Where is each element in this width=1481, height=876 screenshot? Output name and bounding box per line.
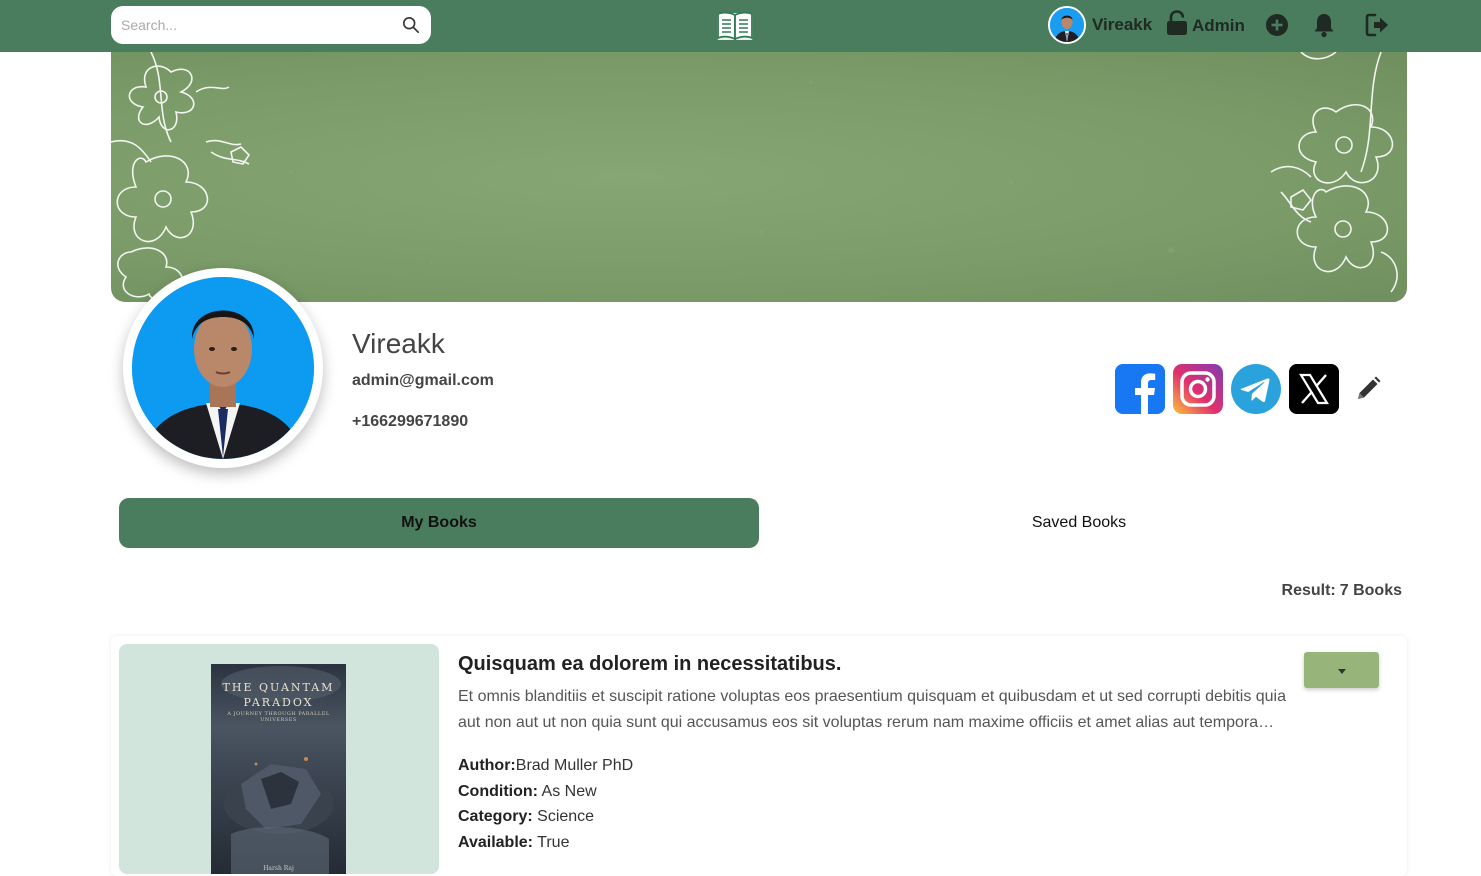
tab-saved-books[interactable]: Saved Books (759, 498, 1399, 548)
lock-open-icon (1166, 10, 1188, 41)
facebook-icon[interactable] (1115, 364, 1165, 414)
avatar[interactable] (1048, 6, 1086, 44)
result-label: Result: (1281, 582, 1336, 599)
tab-my-books[interactable]: My Books (119, 498, 759, 548)
condition-label: Condition: (458, 782, 538, 800)
available-value: True (537, 833, 570, 851)
logout-icon[interactable] (1365, 12, 1391, 38)
category-value: Science (537, 808, 595, 825)
book-available-row: Available: True (458, 830, 633, 856)
top-navbar: Vireakk Admin (0, 0, 1481, 52)
cover-subtitle: A JOURNEY THROUGH PARALLEL UNIVERSES (227, 711, 330, 723)
book-card[interactable]: THE QUANTAM PARADOX A JOURNEY THROUGH PA… (111, 636, 1407, 876)
profile-email: admin@gmail.com (352, 372, 494, 389)
admin-label: Admin (1192, 15, 1245, 35)
add-circle-icon[interactable] (1264, 12, 1290, 38)
profile-name: Vireakk (352, 328, 445, 359)
floral-banner-art (111, 52, 1398, 301)
admin-link[interactable]: Admin (1166, 10, 1245, 41)
profile-photo (132, 277, 314, 459)
telegram-icon[interactable] (1231, 364, 1281, 414)
cover-title: THE QUANTAM PARADOX (222, 681, 335, 709)
social-links (1115, 364, 1383, 414)
search-input[interactable] (121, 17, 401, 33)
edit-pencil-icon[interactable] (1353, 374, 1383, 404)
nav-user-menu[interactable]: Vireakk (1048, 6, 1152, 44)
author-value: Brad Muller PhD (515, 757, 634, 774)
book-description: Et omnis blanditiis et suscipit ratione … (458, 688, 1287, 731)
book-logo-icon[interactable] (715, 9, 755, 43)
nav-username[interactable]: Vireakk (1092, 15, 1152, 35)
condition-value: As New (541, 782, 597, 800)
bell-icon[interactable] (1311, 12, 1337, 38)
profile-banner (111, 52, 1407, 302)
profile-avatar (123, 268, 323, 468)
x-icon[interactable] (1289, 364, 1339, 414)
author-label: Author: (458, 757, 516, 774)
search-bar[interactable] (111, 6, 431, 44)
available-label: Available: (458, 833, 533, 851)
book-actions-dropdown[interactable] (1304, 652, 1379, 688)
search-icon[interactable] (401, 15, 421, 35)
caret-down-icon (1337, 661, 1346, 679)
book-condition-row: Condition: As New (458, 779, 633, 805)
book-cover-panel[interactable]: THE QUANTAM PARADOX A JOURNEY THROUGH PA… (119, 644, 439, 874)
result-count-value: 7 Books (1339, 582, 1402, 599)
book-meta: Author:Brad Muller PhD Condition: As New… (458, 753, 633, 855)
instagram-icon[interactable] (1173, 364, 1223, 414)
book-cover-image[interactable]: THE QUANTAM PARADOX A JOURNEY THROUGH PA… (211, 664, 346, 874)
book-author-row: Author:Brad Muller PhD (458, 753, 633, 779)
result-count: Result: 7 Books (1282, 582, 1402, 600)
category-label: Category: (458, 808, 533, 825)
book-category-row: Category: Science (458, 804, 633, 830)
book-title[interactable]: Quisquam ea dolorem in necessitatibus. (458, 653, 841, 676)
profile-phone: +166299671890 (352, 413, 469, 430)
